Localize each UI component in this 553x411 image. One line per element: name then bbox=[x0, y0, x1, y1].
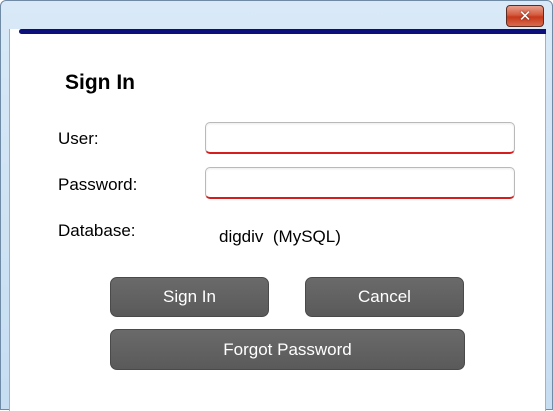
user-input[interactable] bbox=[205, 122, 515, 154]
sign-in-dialog: ✕ Sign In User: Password: Database: digd… bbox=[0, 0, 553, 411]
user-label: User: bbox=[58, 129, 99, 148]
database-name: digdiv bbox=[219, 227, 264, 246]
close-button[interactable]: ✕ bbox=[506, 5, 544, 27]
close-icon: ✕ bbox=[518, 6, 532, 25]
database-value: digdiv (MySQL) bbox=[219, 227, 341, 247]
password-input[interactable] bbox=[205, 167, 515, 199]
page-title: Sign In bbox=[65, 71, 135, 94]
database-label: Database: bbox=[58, 221, 136, 240]
forgot-password-button[interactable]: Forgot Password bbox=[110, 329, 465, 370]
database-type: (MySQL) bbox=[272, 227, 341, 246]
password-label: Password: bbox=[58, 175, 138, 194]
sign-in-button[interactable]: Sign In bbox=[110, 277, 269, 317]
cancel-button[interactable]: Cancel bbox=[305, 277, 464, 317]
header-accent-bar bbox=[19, 29, 546, 34]
